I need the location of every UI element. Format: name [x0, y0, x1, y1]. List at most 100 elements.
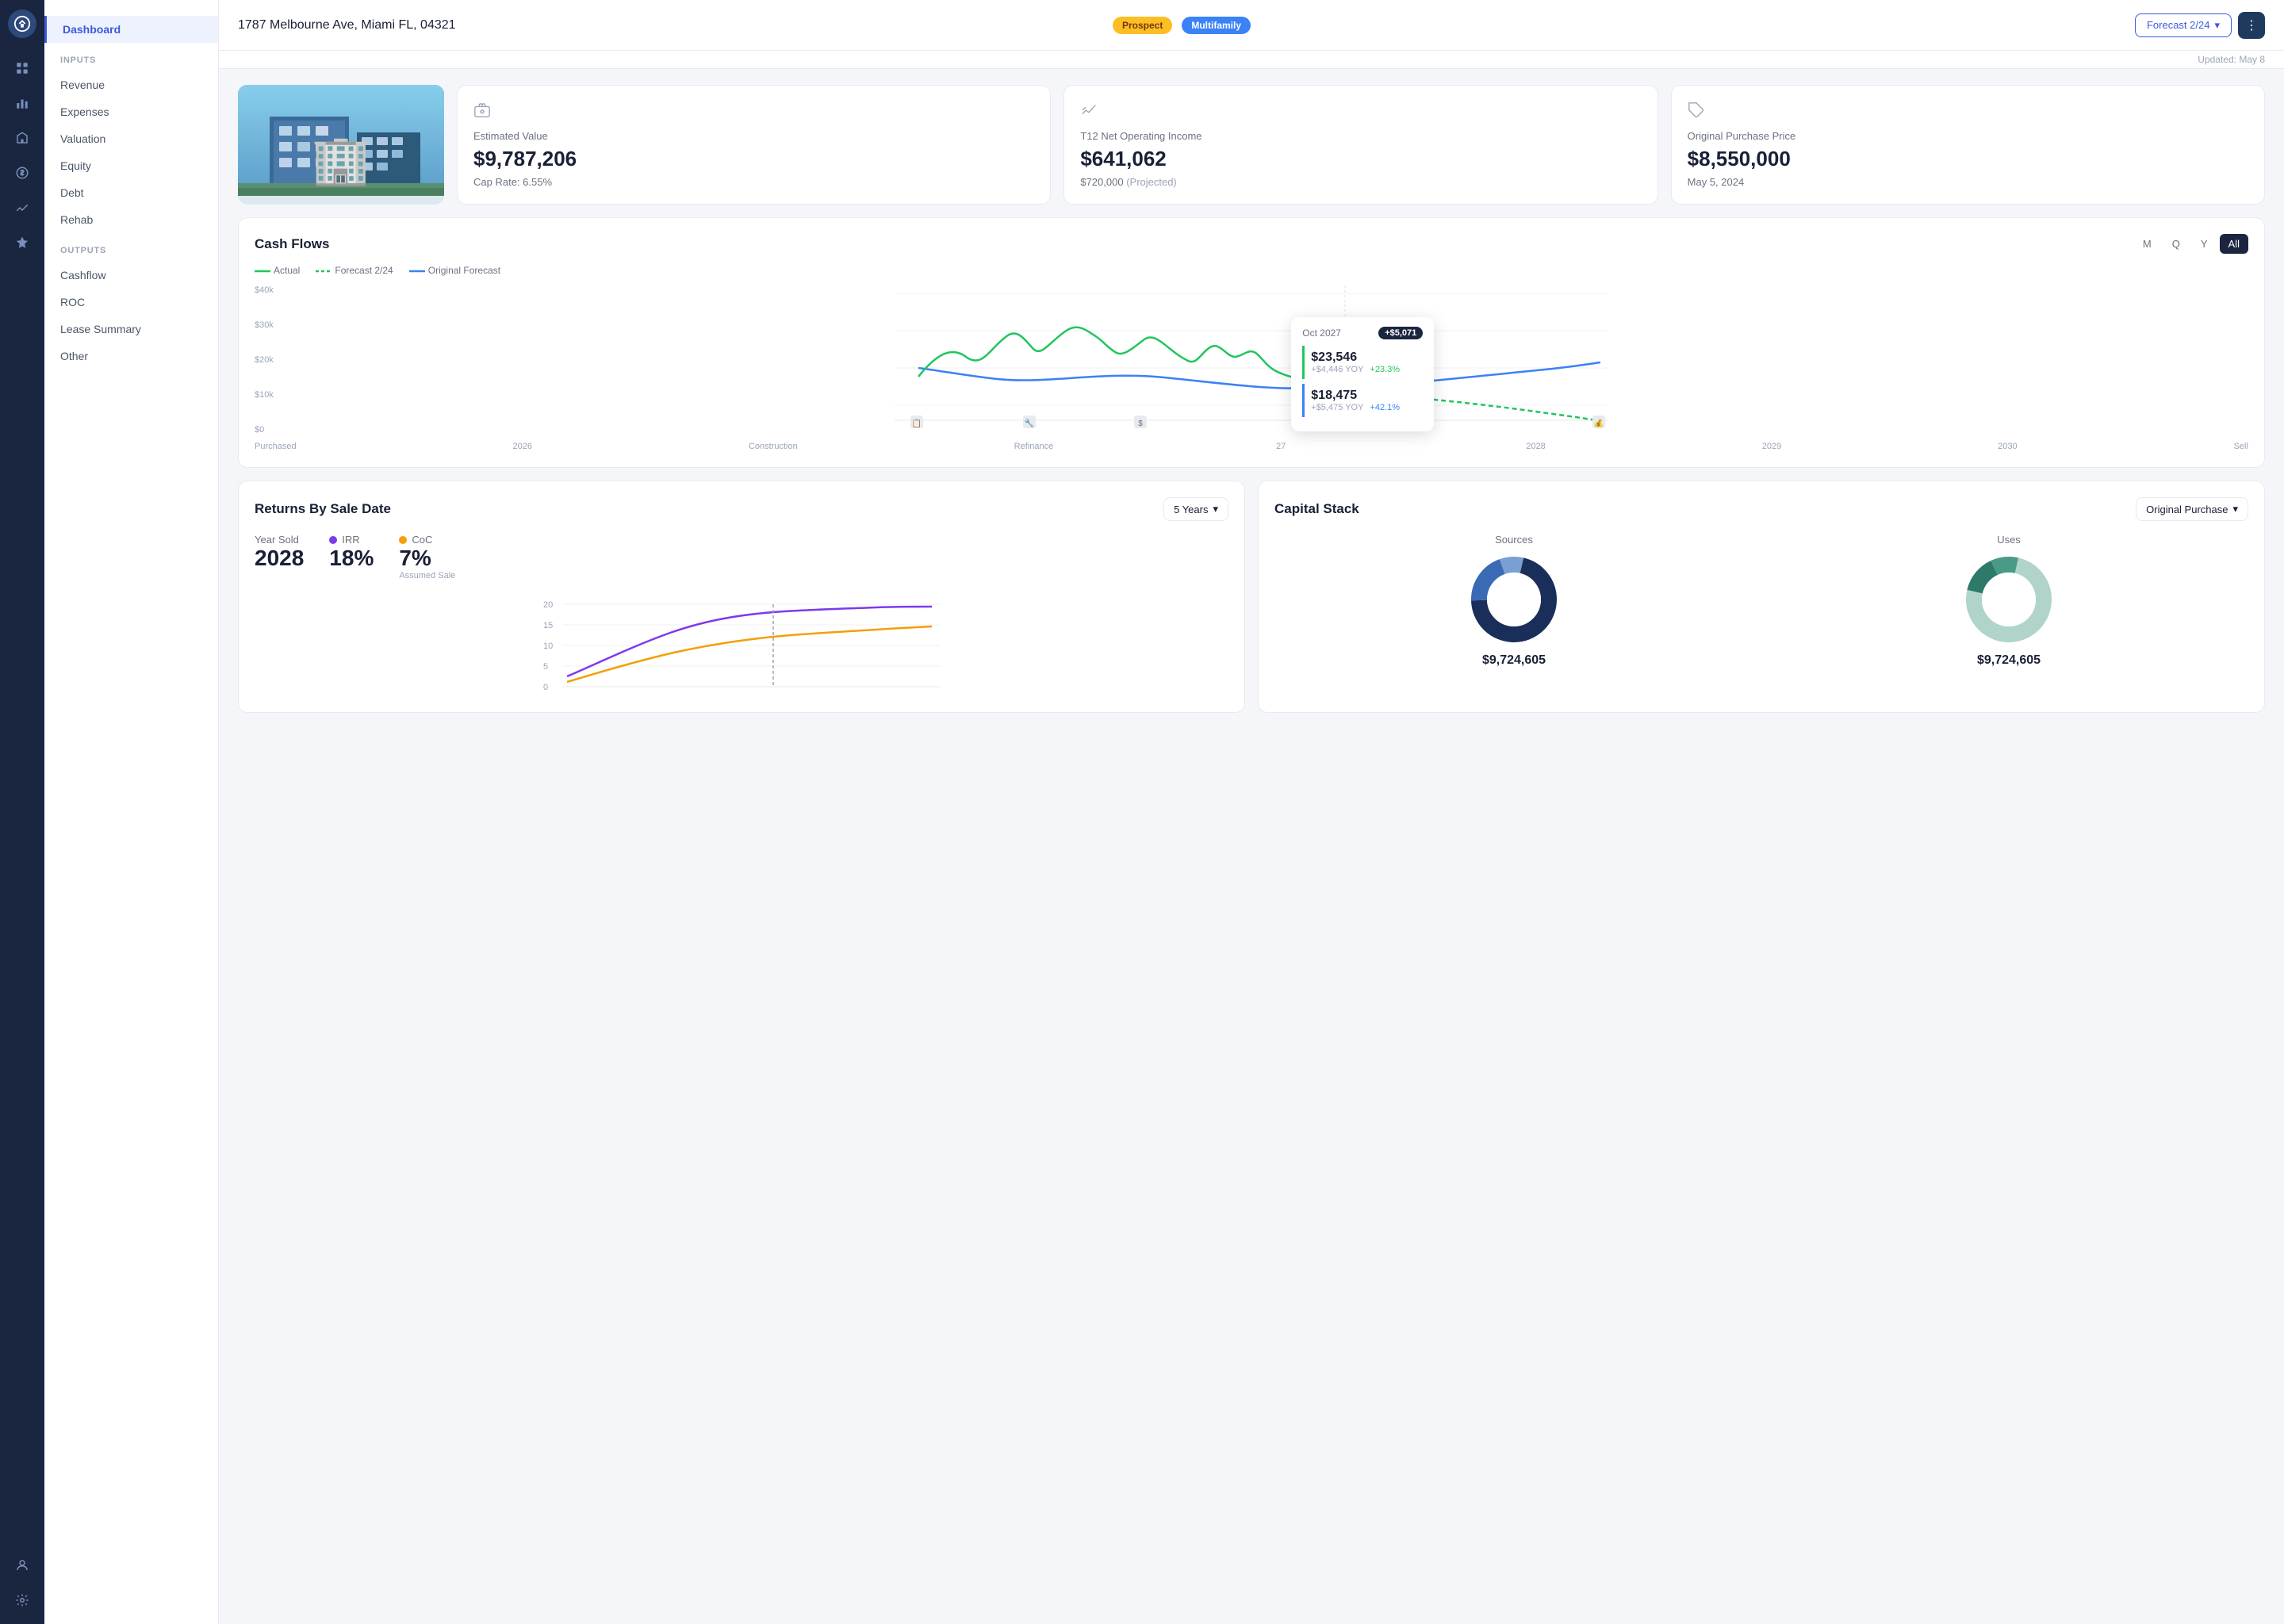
nav-analytics-icon[interactable]: [8, 193, 36, 222]
nav-star-icon[interactable]: [8, 228, 36, 257]
sidebar-item-expenses[interactable]: Expenses: [44, 98, 218, 125]
uses-amount: $9,724,605: [1977, 653, 2041, 668]
assumed-sale-label: Assumed Sale: [399, 571, 455, 580]
main-area: 1787 Melbourne Ave, Miami FL, 04321 Pros…: [219, 0, 2284, 1624]
purchase-price-icon: [1688, 102, 2248, 124]
chart-tooltip: Oct 2027 +$5,071 $23,546 +$4,446 YOY +23…: [1291, 317, 1434, 431]
inputs-label: INPUTS: [44, 56, 218, 65]
nav-user-icon[interactable]: [8, 1551, 36, 1580]
t12-projected-label: (Projected): [1126, 176, 1177, 188]
t12-noi-label: T12 Net Operating Income: [1080, 130, 1641, 142]
estimated-value-label: Estimated Value: [473, 130, 1034, 142]
uses-section: Uses $9,724,605: [1769, 534, 2248, 668]
tooltip-pct-2: +42.1%: [1370, 403, 1400, 412]
tooltip-val-1: $23,546: [1311, 350, 1423, 365]
t12-noi-card: T12 Net Operating Income $641,062 $720,0…: [1063, 85, 1657, 205]
irr-stat: IRR 18%: [329, 534, 374, 571]
tooltip-date: Oct 2027: [1302, 327, 1341, 339]
outputs-label: OUTPUTS: [44, 246, 218, 255]
chart-header: Cash Flows M Q Y All: [255, 234, 2248, 254]
content-area: Estimated Value $9,787,206 Cap Rate: 6.5…: [219, 69, 2284, 1624]
legend-forecast: Forecast 2/24: [316, 265, 393, 276]
tooltip-header: Oct 2027 +$5,071: [1302, 327, 1423, 339]
stat-cards-row: Estimated Value $9,787,206 Cap Rate: 6.5…: [238, 85, 2265, 205]
year-sold-value: 2028: [255, 546, 304, 571]
capital-stack-title: Capital Stack: [1274, 501, 1359, 517]
legend-original: Original Forecast: [409, 265, 500, 276]
coc-stat: CoC 7% Assumed Sale: [399, 534, 455, 580]
t12-noi-icon: [1080, 102, 1641, 124]
period-q-button[interactable]: Q: [2163, 234, 2189, 254]
sidebar-item-other[interactable]: Other: [44, 343, 218, 370]
uses-donut: [1961, 552, 2056, 647]
svg-text:0: 0: [543, 683, 548, 692]
sidebar-item-revenue[interactable]: Revenue: [44, 71, 218, 98]
sidebar: Dashboard INPUTS Revenue Expenses Valuat…: [44, 0, 219, 1624]
coc-dot: [399, 536, 407, 544]
sidebar-item-rehab[interactable]: Rehab: [44, 206, 218, 233]
coc-value: 7%: [399, 546, 455, 571]
returns-chart: 20 15 10 5 0: [255, 593, 1228, 696]
nav-dollar-icon[interactable]: [8, 159, 36, 187]
period-all-button[interactable]: All: [2220, 234, 2248, 254]
period-m-button[interactable]: M: [2134, 234, 2160, 254]
period-buttons: M Q Y All: [2134, 234, 2248, 254]
purchase-price-label: Original Purchase Price: [1688, 130, 2248, 142]
chevron-down-icon: ▾: [2214, 19, 2220, 32]
chevron-down-icon: ▾: [2232, 503, 2238, 515]
tooltip-sub-1: +$4,446 YOY +23.3%: [1311, 365, 1423, 374]
irr-dot: [329, 536, 337, 544]
svg-text:💰: 💰: [1594, 418, 1604, 428]
sidebar-item-lease-summary[interactable]: Lease Summary: [44, 316, 218, 343]
legend-actual: Actual: [255, 265, 300, 276]
returns-dropdown[interactable]: 5 Years ▾: [1163, 497, 1228, 521]
nav-building-icon[interactable]: [8, 124, 36, 152]
nav-grid-icon[interactable]: [8, 54, 36, 82]
sources-section: Sources $9,724,605: [1274, 534, 1753, 668]
updated-text: Updated: May 8: [219, 51, 2284, 69]
bottom-row: Returns By Sale Date 5 Years ▾ Year Sold…: [238, 481, 2265, 713]
irr-label: IRR: [342, 534, 359, 546]
prospect-badge: Prospect: [1113, 17, 1172, 34]
tooltip-change-badge: +$5,071: [1378, 327, 1423, 339]
estimated-value-cap-rate: Cap Rate: 6.55%: [473, 176, 1034, 188]
svg-text:5: 5: [543, 662, 548, 672]
estimated-value-icon: [473, 102, 1034, 124]
chart-legend: Actual Forecast 2/24 Original Forecast: [255, 265, 2248, 276]
t12-noi-amount: $641,062: [1080, 147, 1641, 171]
returns-dropdown-label: 5 Years: [1174, 504, 1208, 515]
sidebar-item-debt[interactable]: Debt: [44, 179, 218, 206]
cash-flows-card: Cash Flows M Q Y All Actual Forecast 2/2…: [238, 217, 2265, 468]
more-options-button[interactable]: ⋮: [2238, 12, 2265, 39]
sources-amount: $9,724,605: [1482, 653, 1546, 668]
svg-text:$: $: [1138, 419, 1143, 428]
returns-stats: Year Sold 2028 IRR 18% CoC: [255, 534, 1228, 580]
tooltip-yoy-2: +$5,475 YOY: [1311, 403, 1363, 412]
coc-label: CoC: [412, 534, 432, 546]
sidebar-item-dashboard[interactable]: Dashboard: [44, 16, 218, 43]
sidebar-item-cashflow[interactable]: Cashflow: [44, 262, 218, 289]
topbar: 1787 Melbourne Ave, Miami FL, 04321 Pros…: [219, 0, 2284, 51]
irr-value: 18%: [329, 546, 374, 571]
svg-text:15: 15: [543, 621, 553, 630]
forecast-button[interactable]: Forecast 2/24 ▾: [2135, 13, 2232, 37]
sidebar-item-equity[interactable]: Equity: [44, 152, 218, 179]
svg-text:10: 10: [543, 642, 553, 651]
returns-title: Returns By Sale Date: [255, 501, 391, 517]
sidebar-item-roc[interactable]: ROC: [44, 289, 218, 316]
period-y-button[interactable]: Y: [2192, 234, 2217, 254]
app-logo[interactable]: [8, 10, 36, 38]
year-sold-label: Year Sold: [255, 534, 304, 546]
sidebar-item-valuation[interactable]: Valuation: [44, 125, 218, 152]
tooltip-row-2: $18,475 +$5,475 YOY +42.1%: [1302, 384, 1423, 417]
returns-card: Returns By Sale Date 5 Years ▾ Year Sold…: [238, 481, 1245, 713]
nav-settings-icon[interactable]: [8, 1586, 36, 1614]
irr-label-row: IRR: [329, 534, 374, 546]
nav-chart-icon[interactable]: [8, 89, 36, 117]
returns-header: Returns By Sale Date 5 Years ▾: [255, 497, 1228, 521]
capital-stack-dropdown[interactable]: Original Purchase ▾: [2136, 497, 2248, 521]
property-image-card: [238, 85, 444, 205]
tooltip-row-1: $23,546 +$4,446 YOY +23.3%: [1302, 346, 1423, 379]
chart-title: Cash Flows: [255, 236, 329, 252]
sources-label: Sources: [1495, 534, 1533, 546]
